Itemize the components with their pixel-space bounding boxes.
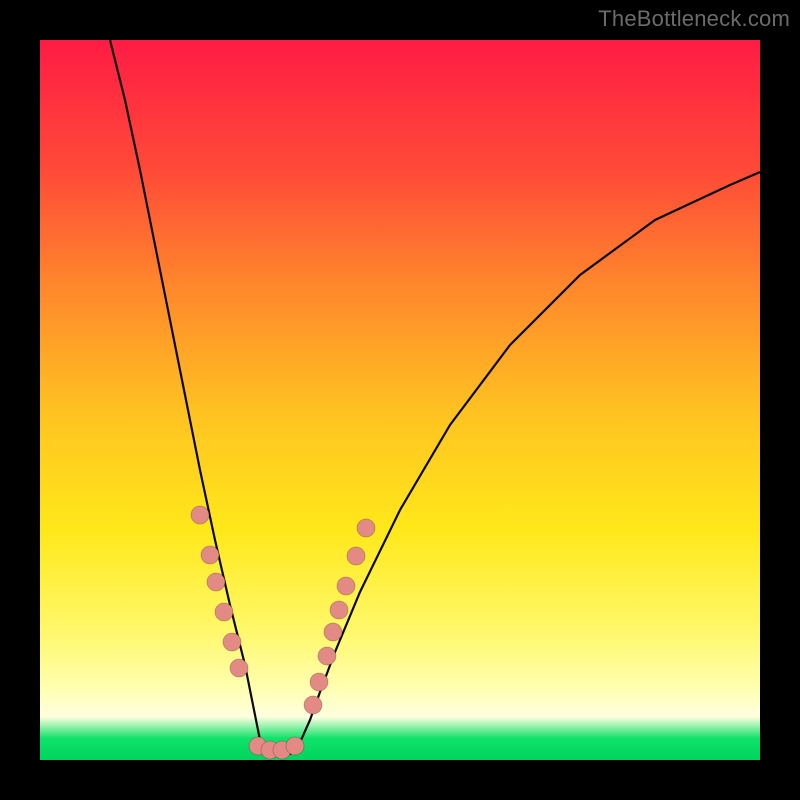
marker-dot: [207, 573, 225, 591]
marker-dot: [330, 601, 348, 619]
marker-dot: [215, 603, 233, 621]
curve-layer: [40, 40, 760, 760]
marker-dot: [230, 659, 248, 677]
watermark-text: TheBottleneck.com: [598, 6, 790, 32]
marker-dot: [201, 546, 219, 564]
marker-dot: [191, 506, 209, 524]
marker-dot: [249, 737, 267, 755]
marker-dot: [347, 547, 365, 565]
marker-dot: [261, 741, 279, 759]
chart-frame: TheBottleneck.com: [0, 0, 800, 800]
plot-area: [40, 40, 760, 760]
marker-dot: [318, 647, 336, 665]
marker-dot: [324, 623, 342, 641]
marker-dot: [286, 737, 304, 755]
marker-dot: [357, 519, 375, 537]
marker-dot: [310, 673, 328, 691]
marker-dot: [223, 633, 241, 651]
marker-dot: [273, 741, 291, 759]
marker-dot: [304, 696, 322, 714]
marker-dot: [337, 577, 355, 595]
markers-layer: [40, 40, 760, 760]
bottleneck-curve: [110, 40, 760, 755]
